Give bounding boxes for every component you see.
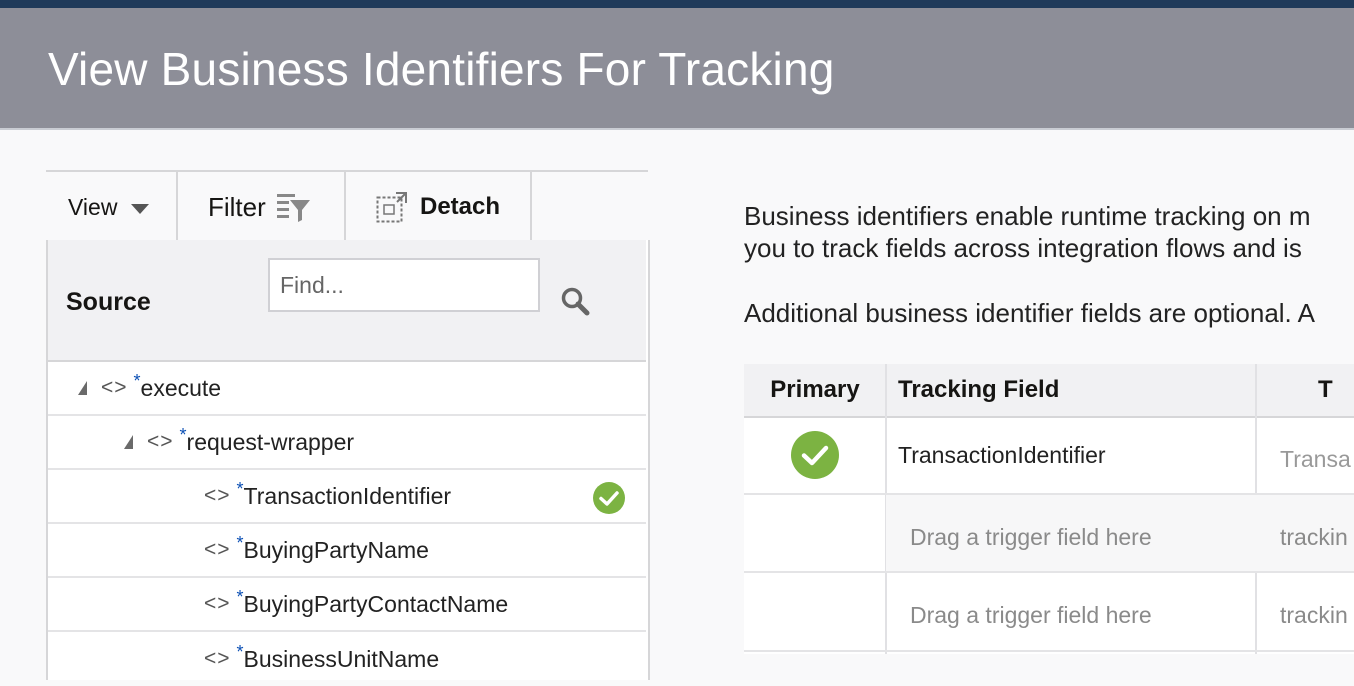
tree-node-buyingpartycontactname[interactable]: <> * BuyingPartyContactName [48, 578, 646, 632]
required-marker: * [236, 478, 244, 499]
element-icon: <> [204, 484, 231, 507]
row-divider [744, 571, 1354, 573]
required-marker: * [236, 532, 244, 553]
detach-icon [376, 192, 407, 223]
tree-node-label: execute [140, 374, 222, 401]
tree-node-transactionidentifier[interactable]: <> * TransactionIdentifier [48, 470, 646, 524]
element-icon: <> [204, 592, 231, 615]
detach-label: Detach [420, 193, 501, 220]
caret-down-icon [131, 204, 150, 214]
tree-node-label: BuyingPartyName [243, 536, 429, 563]
search-icon[interactable] [560, 286, 592, 318]
tracking-table: Primary Tracking Field T TransactionIden… [744, 364, 1354, 654]
tracking-name-cell[interactable]: trackin [1280, 602, 1348, 629]
drop-zone-placeholder[interactable]: Drag a trigger field here [910, 602, 1152, 629]
tree-node-label: BuyingPartyContactName [243, 590, 509, 617]
row-divider [744, 650, 1354, 652]
tree-node-label: TransactionIdentifier [243, 482, 452, 509]
element-icon: <> [204, 647, 231, 670]
tracking-name-cell[interactable]: Transa [1280, 446, 1351, 473]
description-line-2: you to track fields across integration f… [744, 233, 1302, 263]
element-icon: <> [101, 376, 128, 399]
checkmark-icon [593, 482, 625, 514]
tree-node-label: BusinessUnitName [243, 645, 440, 672]
required-marker: * [179, 424, 187, 445]
source-tree-header: Source [48, 240, 646, 362]
tree-node-request-wrapper[interactable]: <> * request-wrapper [48, 416, 646, 470]
tracking-name-cell[interactable]: trackin [1280, 524, 1348, 551]
required-marker: * [236, 586, 244, 607]
detach-button[interactable]: Detach [346, 172, 532, 242]
required-marker: * [133, 370, 141, 391]
description-text: Business identifiers enable runtime trac… [744, 200, 1311, 264]
filter-label: Filter [208, 191, 266, 222]
tree-node-buyingpartyname[interactable]: <> * BuyingPartyName [48, 524, 646, 578]
filter-button[interactable]: Filter [178, 172, 346, 242]
top-accent-bar [0, 0, 1354, 8]
required-marker: * [236, 641, 244, 662]
column-header-primary: Primary [744, 364, 886, 418]
description-line-1: Business identifiers enable runtime trac… [744, 201, 1311, 231]
view-menu-button[interactable]: View [46, 172, 178, 242]
page-title: View Business Identifiers For Tracking [48, 43, 835, 95]
drop-zone-placeholder[interactable]: Drag a trigger field here [910, 524, 1152, 551]
source-tree-panel: Source <> * execute <> * request-wrapper… [46, 240, 650, 680]
view-label: View [68, 193, 118, 220]
source-heading: Source [66, 288, 151, 316]
tree-node-label: request-wrapper [186, 428, 355, 455]
filter-icon [276, 194, 310, 222]
expanded-triangle-icon[interactable] [124, 435, 133, 449]
expanded-triangle-icon[interactable] [78, 381, 87, 395]
tree-node-execute[interactable]: <> * execute [48, 362, 646, 416]
element-icon: <> [204, 538, 231, 561]
find-input[interactable] [268, 258, 540, 312]
column-header-third: T [1256, 364, 1354, 418]
primary-check-icon[interactable] [790, 430, 840, 480]
source-toolbar: View Filter Detach [46, 170, 648, 242]
optional-note-text: Additional business identifier fields ar… [744, 298, 1315, 328]
tracking-field-cell[interactable]: TransactionIdentifier [898, 442, 1106, 469]
column-header-tracking-field: Tracking Field [886, 364, 1256, 418]
dialog-header: View Business Identifiers For Tracking [0, 8, 1354, 130]
element-icon: <> [147, 430, 174, 453]
